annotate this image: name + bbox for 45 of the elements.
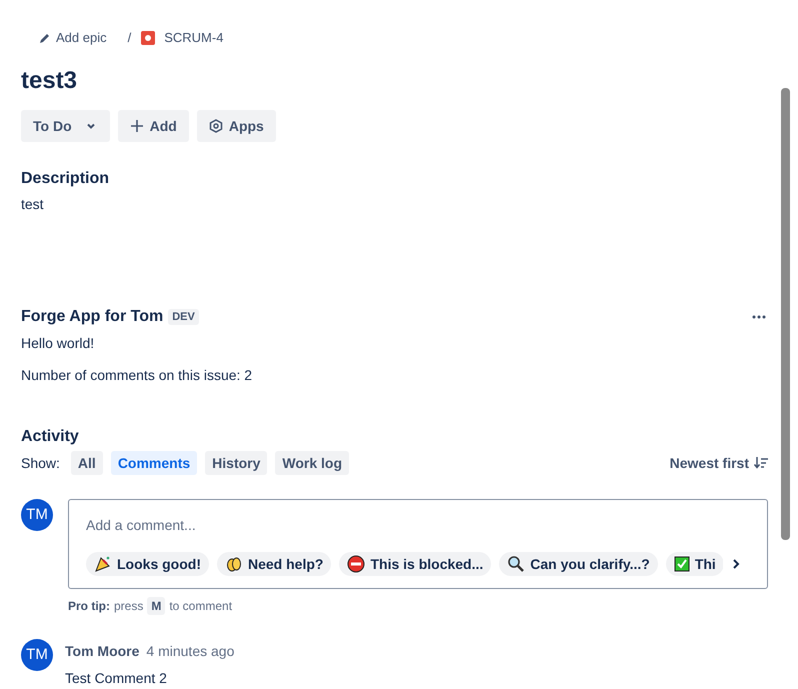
quick-reply-chip[interactable]: Thi: [666, 552, 723, 576]
dev-badge: DEV: [168, 308, 199, 326]
panel-title: Forge App for Tom: [21, 307, 164, 327]
magnifier-icon: [507, 555, 526, 573]
quick-reply-chip[interactable]: Looks good!: [86, 552, 209, 576]
filter-tab[interactable]: Comments: [110, 451, 198, 475]
action-button[interactable]: Add: [118, 110, 189, 142]
user-avatar: TM: [21, 639, 53, 671]
comment-box[interactable]: Add a comment... Looks good! Need help? This is blocked... Can you clarify...? Thi: [68, 499, 768, 589]
filter-tab[interactable]: All: [70, 451, 103, 475]
quick-reply-chip[interactable]: This is blocked...: [339, 552, 492, 576]
sort-icon: [754, 457, 768, 469]
comment-author: Tom Moore: [65, 642, 140, 661]
filter-tab[interactable]: History: [205, 451, 268, 475]
add-epic-link[interactable]: Add epic: [39, 28, 107, 48]
issue-type-icon: [141, 31, 156, 45]
panel-text: Hello world!: [21, 334, 96, 353]
sort-button[interactable]: Newest first: [670, 452, 768, 474]
status-dropdown[interactable]: To Do: [21, 110, 110, 142]
panel-text: Number of comments on this issue: 2: [21, 366, 254, 385]
comment-text: Test Comment 2: [65, 669, 168, 688]
show-label: Show:: [21, 454, 60, 472]
issue-key-link[interactable]: SCRUM-4: [164, 28, 224, 48]
comment-field[interactable]: Add a comment...: [86, 515, 747, 536]
breadcrumb-separator: /: [128, 29, 132, 48]
issue-title: test3: [21, 66, 78, 96]
chevron-right-icon[interactable]: [731, 558, 741, 570]
quick-reply-chip[interactable]: Need help?: [217, 552, 332, 576]
section-heading: Description: [21, 169, 110, 189]
filter-tab[interactable]: Work log: [275, 451, 350, 475]
action-button[interactable]: Apps: [196, 110, 276, 142]
party-horn-icon: [94, 555, 112, 573]
more-options-icon[interactable]: [752, 315, 766, 319]
no-entry-icon: [347, 555, 366, 573]
pencil-icon: [39, 32, 51, 44]
description-text: test: [21, 195, 45, 214]
plus-icon: [130, 119, 144, 133]
check-mark-icon: [674, 556, 690, 572]
user-avatar: TM: [21, 499, 53, 531]
keyboard-key: M: [147, 597, 166, 615]
quick-reply-chip[interactable]: Can you clarify...?: [499, 552, 658, 576]
pro-tip-text: Pro tip: press M to comment: [68, 597, 234, 615]
comment-time: 4 minutes ago: [146, 642, 234, 661]
hexagon-icon: [208, 119, 223, 133]
section-heading: Activity: [21, 427, 80, 447]
